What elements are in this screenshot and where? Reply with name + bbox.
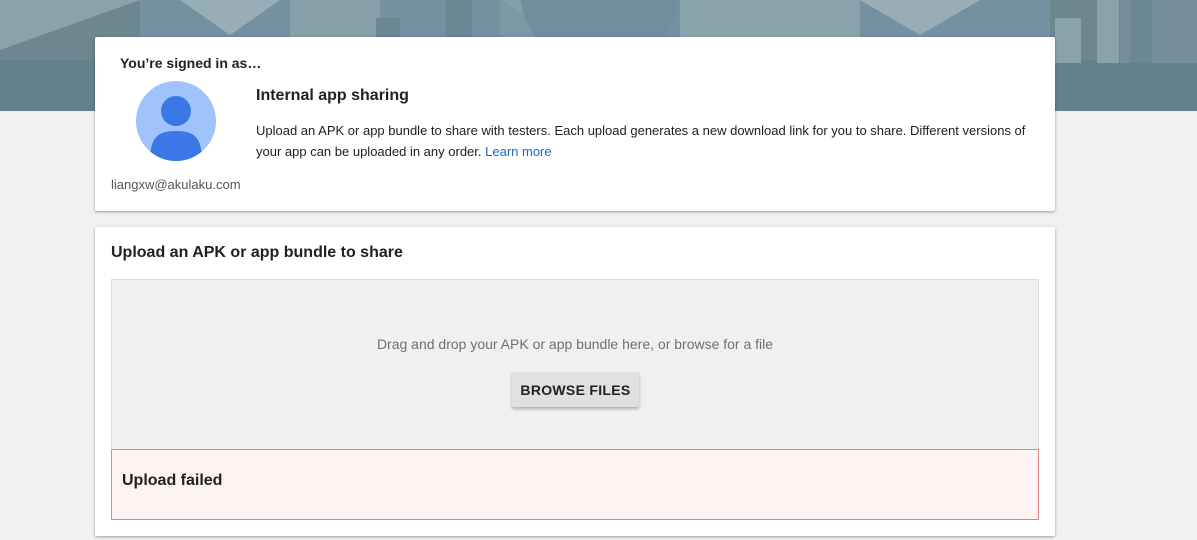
intro-description-text: Upload an APK or app bundle to share wit…	[256, 123, 1026, 159]
learn-more-link[interactable]: Learn more	[485, 144, 551, 159]
intro-description: Upload an APK or app bundle to share wit…	[256, 121, 1036, 162]
file-dropzone[interactable]: Drag and drop your APK or app bundle her…	[111, 279, 1039, 449]
upload-section-title: Upload an APK or app bundle to share	[111, 244, 403, 261]
account-email: liangxw@akulaku.com	[111, 177, 241, 192]
upload-error-banner: Upload failed	[111, 449, 1039, 520]
signed-in-label: You’re signed in as…	[120, 55, 262, 71]
person-icon	[150, 96, 202, 161]
drop-hint-text: Drag and drop your APK or app bundle her…	[376, 336, 774, 352]
upload-error-text: Upload failed	[122, 472, 223, 489]
browse-files-button[interactable]: BROWSE FILES	[512, 372, 639, 407]
upload-card: Upload an APK or app bundle to share Dra…	[95, 227, 1055, 536]
signin-card: You’re signed in as… liangxw@akulaku.com…	[95, 37, 1055, 211]
page-title: Internal app sharing	[256, 87, 409, 104]
avatar	[136, 81, 216, 161]
